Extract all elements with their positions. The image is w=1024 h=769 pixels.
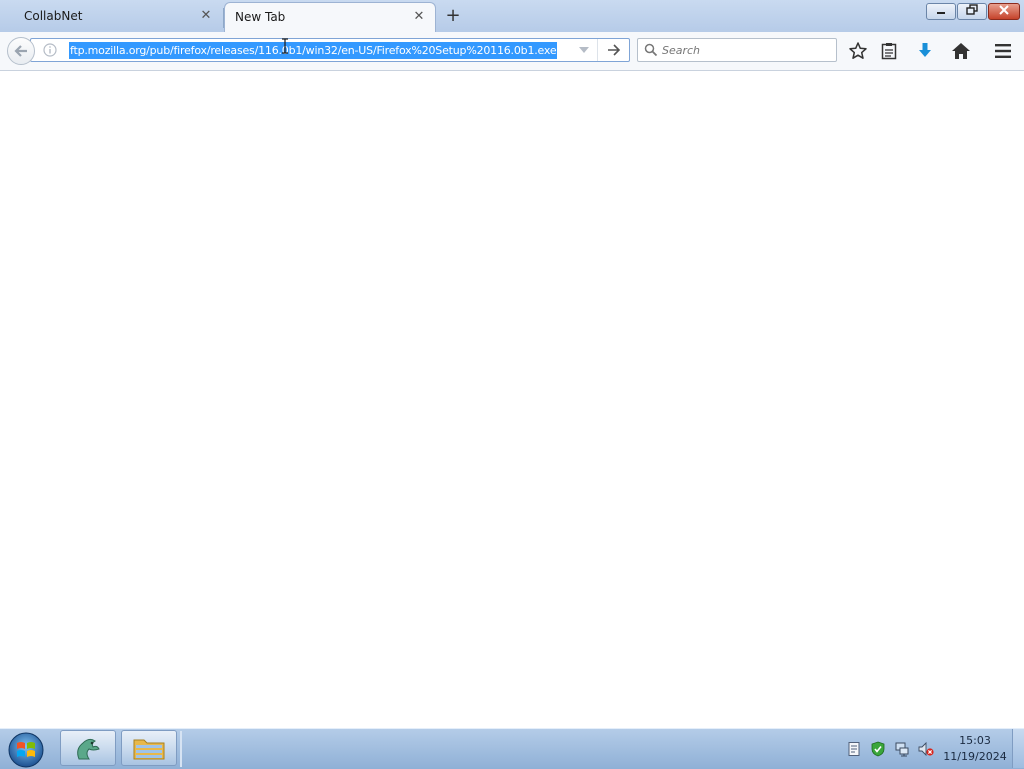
tab-strip: CollabNet ✕ New Tab ✕ + [0, 0, 1024, 32]
clock-date: 11/19/2024 [943, 750, 1007, 763]
action-center-icon[interactable] [846, 741, 862, 757]
hamburger-menu-icon[interactable] [993, 41, 1013, 61]
minimize-button[interactable] [926, 3, 956, 20]
star-icon[interactable] [848, 41, 868, 61]
navigation-toolbar: ftp.mozilla.org/pub/firefox/releases/116… [0, 32, 1024, 71]
tab-new-tab[interactable]: New Tab ✕ [224, 2, 436, 32]
chevron-down-icon[interactable] [577, 43, 591, 57]
search-icon [644, 43, 658, 57]
back-button[interactable] [7, 37, 35, 65]
network-icon[interactable] [894, 741, 910, 757]
close-tab-icon[interactable]: ✕ [411, 9, 427, 25]
url-bar[interactable]: ftp.mozilla.org/pub/firefox/releases/116… [30, 38, 630, 62]
go-arrow-icon [608, 44, 621, 56]
volume-muted-icon[interactable] [918, 741, 934, 757]
search-bar[interactable] [637, 38, 837, 62]
url-text[interactable]: ftp.mozilla.org/pub/firefox/releases/116… [69, 42, 558, 59]
taskbar: 15:03 11/19/2024 [0, 728, 1024, 769]
back-arrow-icon [14, 45, 27, 57]
show-desktop-button[interactable] [1012, 729, 1024, 768]
close-icon [999, 5, 1009, 15]
system-clock[interactable]: 15:03 11/19/2024 [940, 733, 1010, 765]
clock-time: 15:03 [959, 734, 991, 747]
search-input[interactable] [662, 42, 832, 58]
tab-label: CollabNet [24, 9, 83, 23]
page-content[interactable] [0, 71, 1024, 728]
restore-icon [966, 4, 978, 15]
close-tab-icon[interactable]: ✕ [198, 8, 214, 24]
taskbar-divider [180, 731, 182, 767]
tab-collabnet[interactable]: CollabNet ✕ [2, 2, 224, 32]
minimize-icon [937, 12, 945, 14]
dragon-icon [77, 738, 100, 760]
taskbar-file-explorer[interactable] [121, 730, 177, 766]
tab-label: New Tab [235, 10, 286, 24]
info-icon[interactable] [43, 43, 57, 57]
download-arrow-icon[interactable] [915, 41, 935, 61]
home-icon[interactable] [951, 41, 971, 61]
clipboard-icon[interactable] [879, 41, 899, 61]
start-button[interactable] [7, 731, 45, 769]
taskbar-dragon-app[interactable] [60, 730, 116, 766]
window-close-button[interactable] [988, 3, 1020, 20]
go-button[interactable] [597, 39, 630, 61]
text-cursor-icon [282, 38, 288, 54]
new-tab-button[interactable]: + [444, 6, 462, 26]
restore-button[interactable] [957, 3, 987, 20]
security-shield-icon[interactable] [870, 741, 886, 757]
folder-icon [133, 739, 165, 760]
